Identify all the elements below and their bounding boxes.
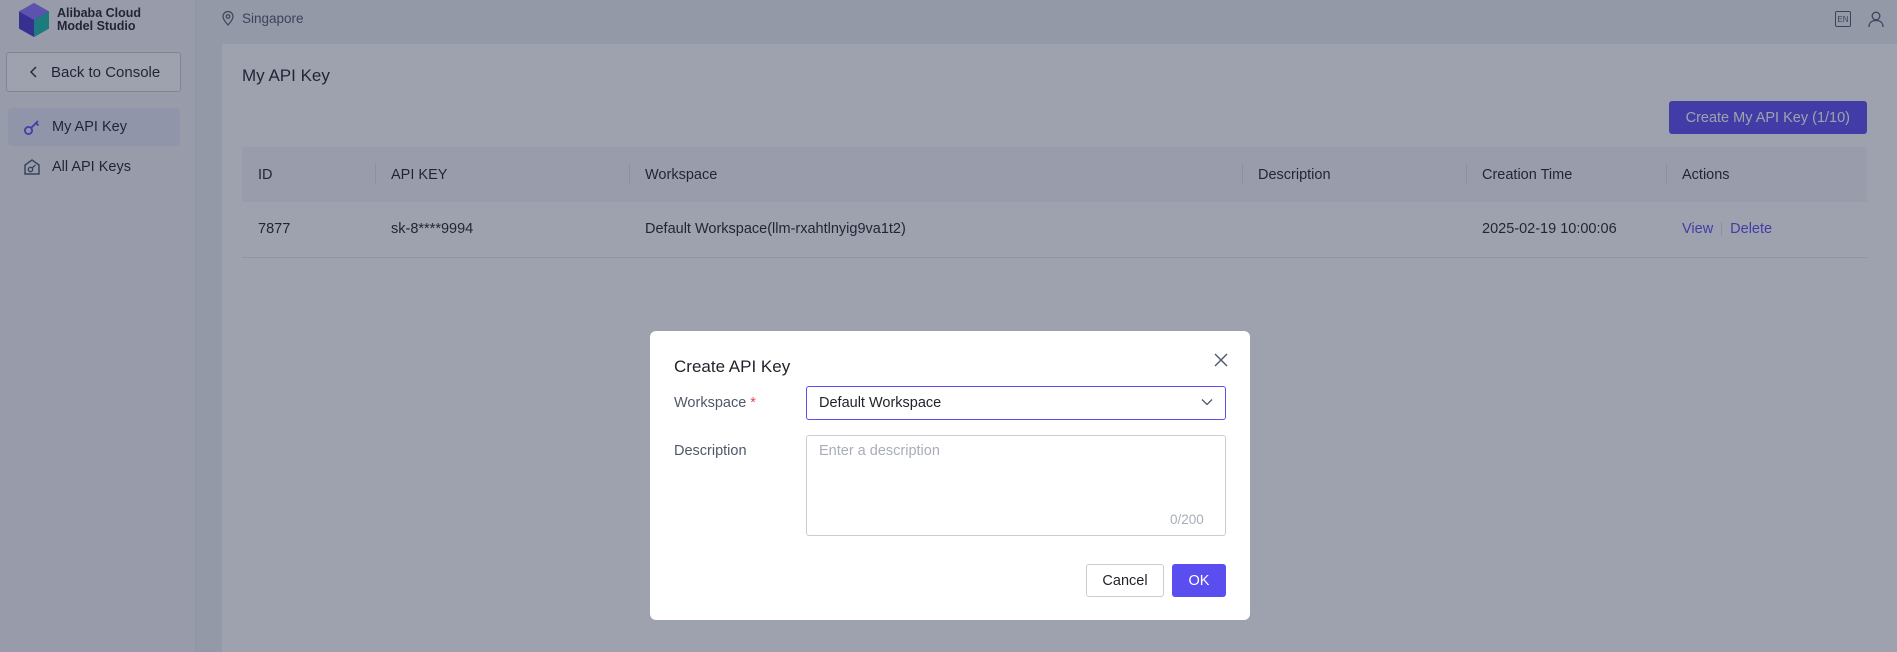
workspace-select[interactable]: Default Workspace [806, 386, 1226, 420]
description-char-counter: 0/200 [1170, 512, 1204, 527]
workspace-label-text: Workspace [674, 395, 747, 411]
description-input[interactable] [806, 435, 1226, 536]
workspace-field-label: Workspace * [674, 395, 756, 411]
workspace-select-value: Default Workspace [819, 395, 942, 411]
chevron-down-icon [1201, 399, 1213, 406]
required-mark: * [750, 395, 756, 411]
close-icon[interactable] [1212, 351, 1230, 369]
description-field-label: Description [674, 443, 747, 459]
app-root: Alibaba Cloud Model Studio Back to Conso… [0, 0, 1897, 652]
ok-button[interactable]: OK [1172, 564, 1226, 597]
cancel-button[interactable]: Cancel [1086, 564, 1164, 597]
create-api-key-dialog: Create API Key Workspace * Default Worksp… [650, 331, 1250, 620]
dialog-title: Create API Key [674, 357, 791, 376]
